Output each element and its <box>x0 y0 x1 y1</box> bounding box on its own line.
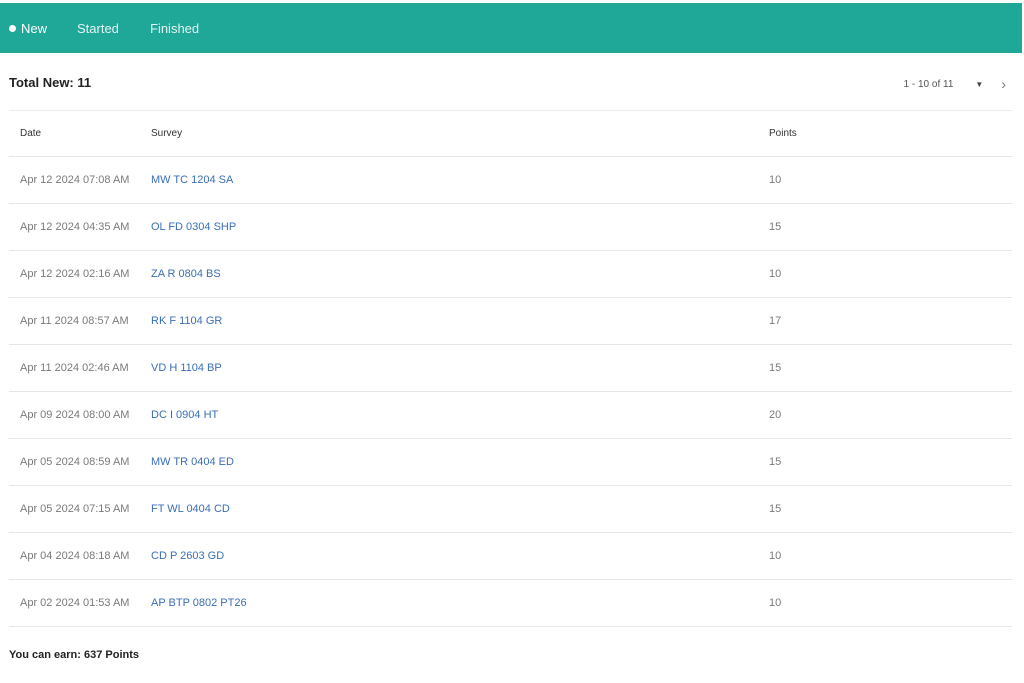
row-survey-link[interactable]: CD P 2603 GD <box>151 550 769 562</box>
tab-started-label: Started <box>77 20 119 36</box>
tab-bar: New Started Finished <box>0 3 1022 53</box>
row-date: Apr 12 2024 02:16 AM <box>20 268 130 280</box>
pagination-range: 1 - 10 of 11 <box>903 78 954 90</box>
table-row: Apr 11 2024 08:57 AM RK F 1104 GR 17 <box>9 298 1012 345</box>
row-survey-link[interactable]: AP BTP 0802 PT26 <box>151 597 769 609</box>
tab-new[interactable]: New <box>9 3 47 53</box>
row-survey-link[interactable]: DC I 0904 HT <box>151 409 769 421</box>
row-points: 20 <box>769 409 782 421</box>
row-date: Apr 05 2024 08:59 AM <box>20 456 130 468</box>
row-survey-link[interactable]: VD H 1104 BP <box>151 362 769 374</box>
tab-new-label: New <box>21 20 48 36</box>
earnable-points: You can earn: 637 Points <box>9 649 140 661</box>
row-date: Apr 11 2024 08:57 AM <box>20 315 129 327</box>
row-points: 15 <box>769 362 782 374</box>
row-date: Apr 09 2024 08:00 AM <box>20 409 130 421</box>
row-points: 10 <box>769 550 782 562</box>
header-date[interactable]: Date <box>9 128 151 139</box>
table-row: Apr 09 2024 08:00 AM DC I 0904 HT 20 <box>9 392 1012 439</box>
row-date: Apr 11 2024 02:46 AM <box>20 362 129 374</box>
pagination: 1 - 10 of 11 ▼ › <box>904 76 1006 92</box>
row-points: 10 <box>769 597 782 609</box>
row-points: 17 <box>769 315 782 327</box>
row-survey-link[interactable]: MW TC 1204 SA <box>151 174 769 186</box>
table-row: Apr 05 2024 08:59 AM MW TR 0404 ED 15 <box>9 439 1012 486</box>
row-points: 15 <box>769 503 782 515</box>
active-dot-icon <box>9 24 16 32</box>
table-row: Apr 02 2024 01:53 AM AP BTP 0802 PT26 10 <box>9 580 1012 627</box>
table-row: Apr 12 2024 04:35 AM OL FD 0304 SHP 15 <box>9 204 1012 251</box>
header-points[interactable]: Points <box>769 128 1012 139</box>
row-date: Apr 05 2024 07:15 AM <box>20 503 130 515</box>
row-survey-link[interactable]: MW TR 0404 ED <box>151 456 769 468</box>
table-row: Apr 04 2024 08:18 AM CD P 2603 GD 10 <box>9 533 1012 580</box>
row-points: 10 <box>769 268 782 280</box>
tab-finished[interactable]: Finished <box>150 3 199 53</box>
row-survey-link[interactable]: RK F 1104 GR <box>151 315 769 327</box>
row-survey-link[interactable]: ZA R 0804 BS <box>151 268 769 280</box>
next-page-icon[interactable]: › <box>1001 76 1006 92</box>
table-row: Apr 12 2024 07:08 AM MW TC 1204 SA 10 <box>9 157 1012 204</box>
page-size-dropdown-icon[interactable]: ▼ <box>975 80 983 89</box>
row-points: 10 <box>769 174 782 186</box>
row-points: 15 <box>769 221 782 233</box>
total-count: Total New: 11 <box>9 75 92 90</box>
tab-started[interactable]: Started <box>77 3 119 53</box>
row-date: Apr 12 2024 04:35 AM <box>20 221 130 233</box>
table-row: Apr 11 2024 02:46 AM VD H 1104 BP 15 <box>9 345 1012 392</box>
row-survey-link[interactable]: OL FD 0304 SHP <box>151 221 769 233</box>
row-date: Apr 02 2024 01:53 AM <box>20 597 130 609</box>
table-row: Apr 12 2024 02:16 AM ZA R 0804 BS 10 <box>9 251 1012 298</box>
survey-table: Date Survey Points Apr 12 2024 07:08 AM M… <box>9 110 1012 627</box>
table-header: Date Survey Points <box>9 110 1012 157</box>
tab-finished-label: Finished <box>150 20 200 36</box>
header-survey[interactable]: Survey <box>151 128 769 139</box>
table-row: Apr 05 2024 07:15 AM FT WL 0404 CD 15 <box>9 486 1012 533</box>
row-date: Apr 04 2024 08:18 AM <box>20 550 130 562</box>
row-points: 15 <box>769 456 782 468</box>
row-survey-link[interactable]: FT WL 0404 CD <box>151 503 769 515</box>
row-date: Apr 12 2024 07:08 AM <box>20 174 130 186</box>
